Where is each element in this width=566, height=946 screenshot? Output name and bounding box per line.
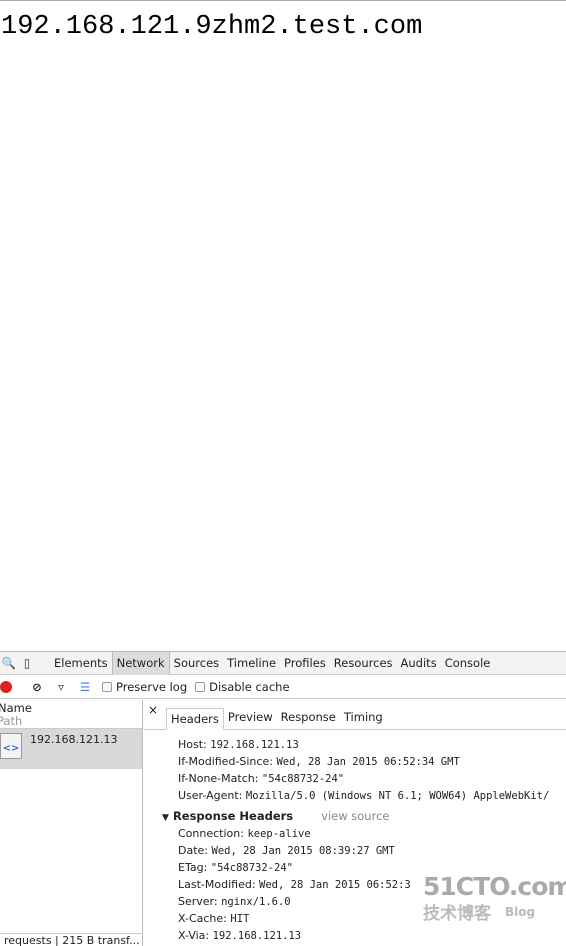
list-view-icon[interactable]: ☰ bbox=[76, 680, 94, 694]
document-icon: <> bbox=[0, 733, 22, 759]
response-header: ETag: "54c88732-24" bbox=[178, 861, 293, 874]
disable-cache-checkbox[interactable] bbox=[195, 681, 206, 692]
device-mode-icon[interactable]: ▯ bbox=[18, 656, 36, 670]
column-header[interactable]: Name Path bbox=[0, 700, 142, 729]
detail-tabbar: × Headers Preview Response Timing bbox=[144, 700, 566, 730]
tab-elements[interactable]: Elements bbox=[50, 652, 112, 675]
tab-timing[interactable]: Timing bbox=[340, 707, 387, 729]
response-header: Server: nginx/1.6.0 bbox=[178, 895, 291, 908]
request-row[interactable]: <> 192.168.121.13 bbox=[0, 729, 142, 769]
request-header: If-Modified-Since: Wed, 28 Jan 2015 06:5… bbox=[178, 755, 460, 768]
tab-response[interactable]: Response bbox=[277, 707, 340, 729]
tab-timeline[interactable]: Timeline bbox=[223, 652, 280, 675]
request-name: 192.168.121.13 bbox=[30, 733, 118, 746]
triangle-down-icon: ▼ bbox=[162, 813, 169, 823]
search-icon[interactable]: 🔍 bbox=[0, 656, 18, 670]
top-border bbox=[0, 0, 566, 1]
tab-audits[interactable]: Audits bbox=[397, 652, 441, 675]
path-column-label: Path bbox=[0, 714, 23, 728]
filter-icon[interactable]: ▿ bbox=[52, 680, 70, 694]
response-header: Date: Wed, 28 Jan 2015 08:39:27 GMT bbox=[178, 844, 395, 857]
tab-profiles[interactable]: Profiles bbox=[280, 652, 330, 675]
response-header: Last-Modified: Wed, 28 Jan 2015 06:52:3 bbox=[178, 878, 411, 891]
request-header: Host: 192.168.121.13 bbox=[178, 738, 299, 751]
record-icon[interactable] bbox=[0, 680, 12, 693]
close-icon[interactable]: × bbox=[148, 703, 166, 729]
tab-resources[interactable]: Resources bbox=[330, 652, 397, 675]
tab-console[interactable]: Console bbox=[441, 652, 495, 675]
disable-cache-label: Disable cache bbox=[209, 679, 290, 694]
tab-sources[interactable]: Sources bbox=[170, 652, 224, 675]
page-content-text: 192.168.121.9zhm2.test.com bbox=[1, 12, 423, 42]
response-headers-section[interactable]: ▼ Response Headers view source bbox=[162, 809, 389, 823]
response-headers-title: Response Headers bbox=[172, 809, 294, 823]
request-header: If-None-Match: "54c88732-24" bbox=[178, 772, 345, 785]
watermark-logo: 51CTO.com 技术博客 Blog bbox=[423, 872, 566, 924]
preserve-log-label: Preserve log bbox=[116, 679, 188, 694]
network-toolbar: ⊘ ▿ ☰ Preserve log Disable cache bbox=[0, 675, 566, 699]
response-header: Connection: keep-alive bbox=[178, 827, 311, 840]
status-bar: requests | 215 B transf... bbox=[0, 933, 143, 946]
preserve-log-checkbox[interactable] bbox=[102, 681, 112, 692]
clear-icon[interactable]: ⊘ bbox=[28, 680, 46, 694]
request-list: Name Path <> 192.168.121.13 requests | 2… bbox=[0, 700, 143, 946]
tab-network[interactable]: Network bbox=[111, 651, 170, 675]
tab-preview[interactable]: Preview bbox=[224, 707, 277, 729]
response-header: X-Cache: HIT bbox=[178, 912, 250, 925]
request-header: User-Agent: Mozilla/5.0 (Windows NT 6.1;… bbox=[178, 789, 550, 802]
response-header: X-Via: 192.168.121.13 bbox=[178, 929, 302, 942]
view-source-link[interactable]: view source bbox=[321, 809, 389, 823]
devtools-tabbar: 🔍 ▯ Elements Network Sources Timeline Pr… bbox=[0, 651, 566, 675]
tab-headers[interactable]: Headers bbox=[166, 708, 224, 730]
